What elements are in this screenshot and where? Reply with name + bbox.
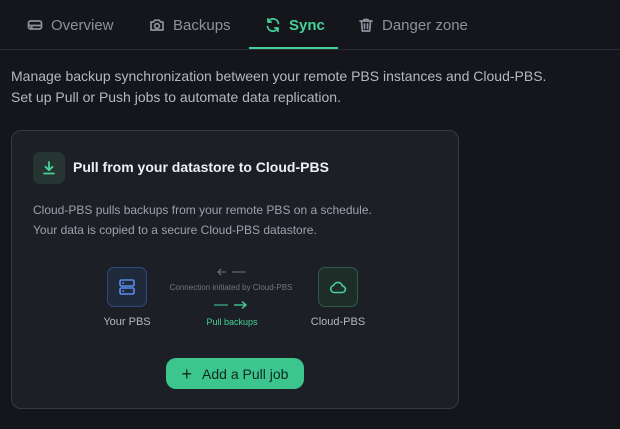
sync-description-line-1: Manage backup synchronization between yo… [11,68,547,84]
download-icon-badge [33,152,65,184]
tab-overview[interactable]: Overview [27,0,114,50]
server-icon [119,279,135,295]
arrow-right-icon [214,301,247,309]
add-pull-job-label: Add a Pull job [202,365,289,382]
tab-overview-label: Overview [51,16,114,34]
tab-backups[interactable]: Backups [149,0,231,50]
plus-icon: + [181,363,193,384]
pull-card-description-line-1: Cloud-PBS pulls backups from your remote… [33,203,372,217]
tab-bar: Overview Backups Sync Danger zone [0,0,620,50]
cloud-pbs-label: Cloud-PBS [310,316,366,328]
sync-description-line-2: Set up Pull or Push jobs to automate dat… [11,89,341,105]
arrow-left-icon [217,268,246,276]
pull-card: Pull from your datastore to Cloud-PBS Cl… [11,130,459,409]
sync-icon [266,17,280,33]
pull-backups-text: Pull backups [206,317,258,327]
connection-text: Connection initiated by Cloud-PBS [169,283,293,292]
download-icon [43,161,55,175]
drive-icon [27,20,43,30]
your-pbs-label: Your PBS [103,316,151,328]
tab-danger-zone-label: Danger zone [382,16,468,34]
your-pbs-node [107,267,147,307]
tab-sync[interactable]: Sync [265,0,325,50]
pull-card-description: Cloud-PBS pulls backups from your remote… [33,200,443,240]
active-tab-indicator [249,47,338,49]
pull-card-title: Pull from your datastore to Cloud-PBS [73,159,329,175]
sync-description: Manage backup synchronization between yo… [11,66,611,108]
tab-sync-label: Sync [289,16,325,34]
cloud-pbs-node [318,267,358,307]
camera-icon [150,19,164,31]
cloud-icon [330,281,347,294]
trash-icon [359,18,373,32]
tab-danger-zone[interactable]: Danger zone [358,0,468,50]
tab-backups-label: Backups [173,16,231,34]
pull-card-description-line-2: Your data is copied to a secure Cloud-PB… [33,223,317,237]
add-pull-job-button[interactable]: + Add a Pull job [166,358,304,389]
